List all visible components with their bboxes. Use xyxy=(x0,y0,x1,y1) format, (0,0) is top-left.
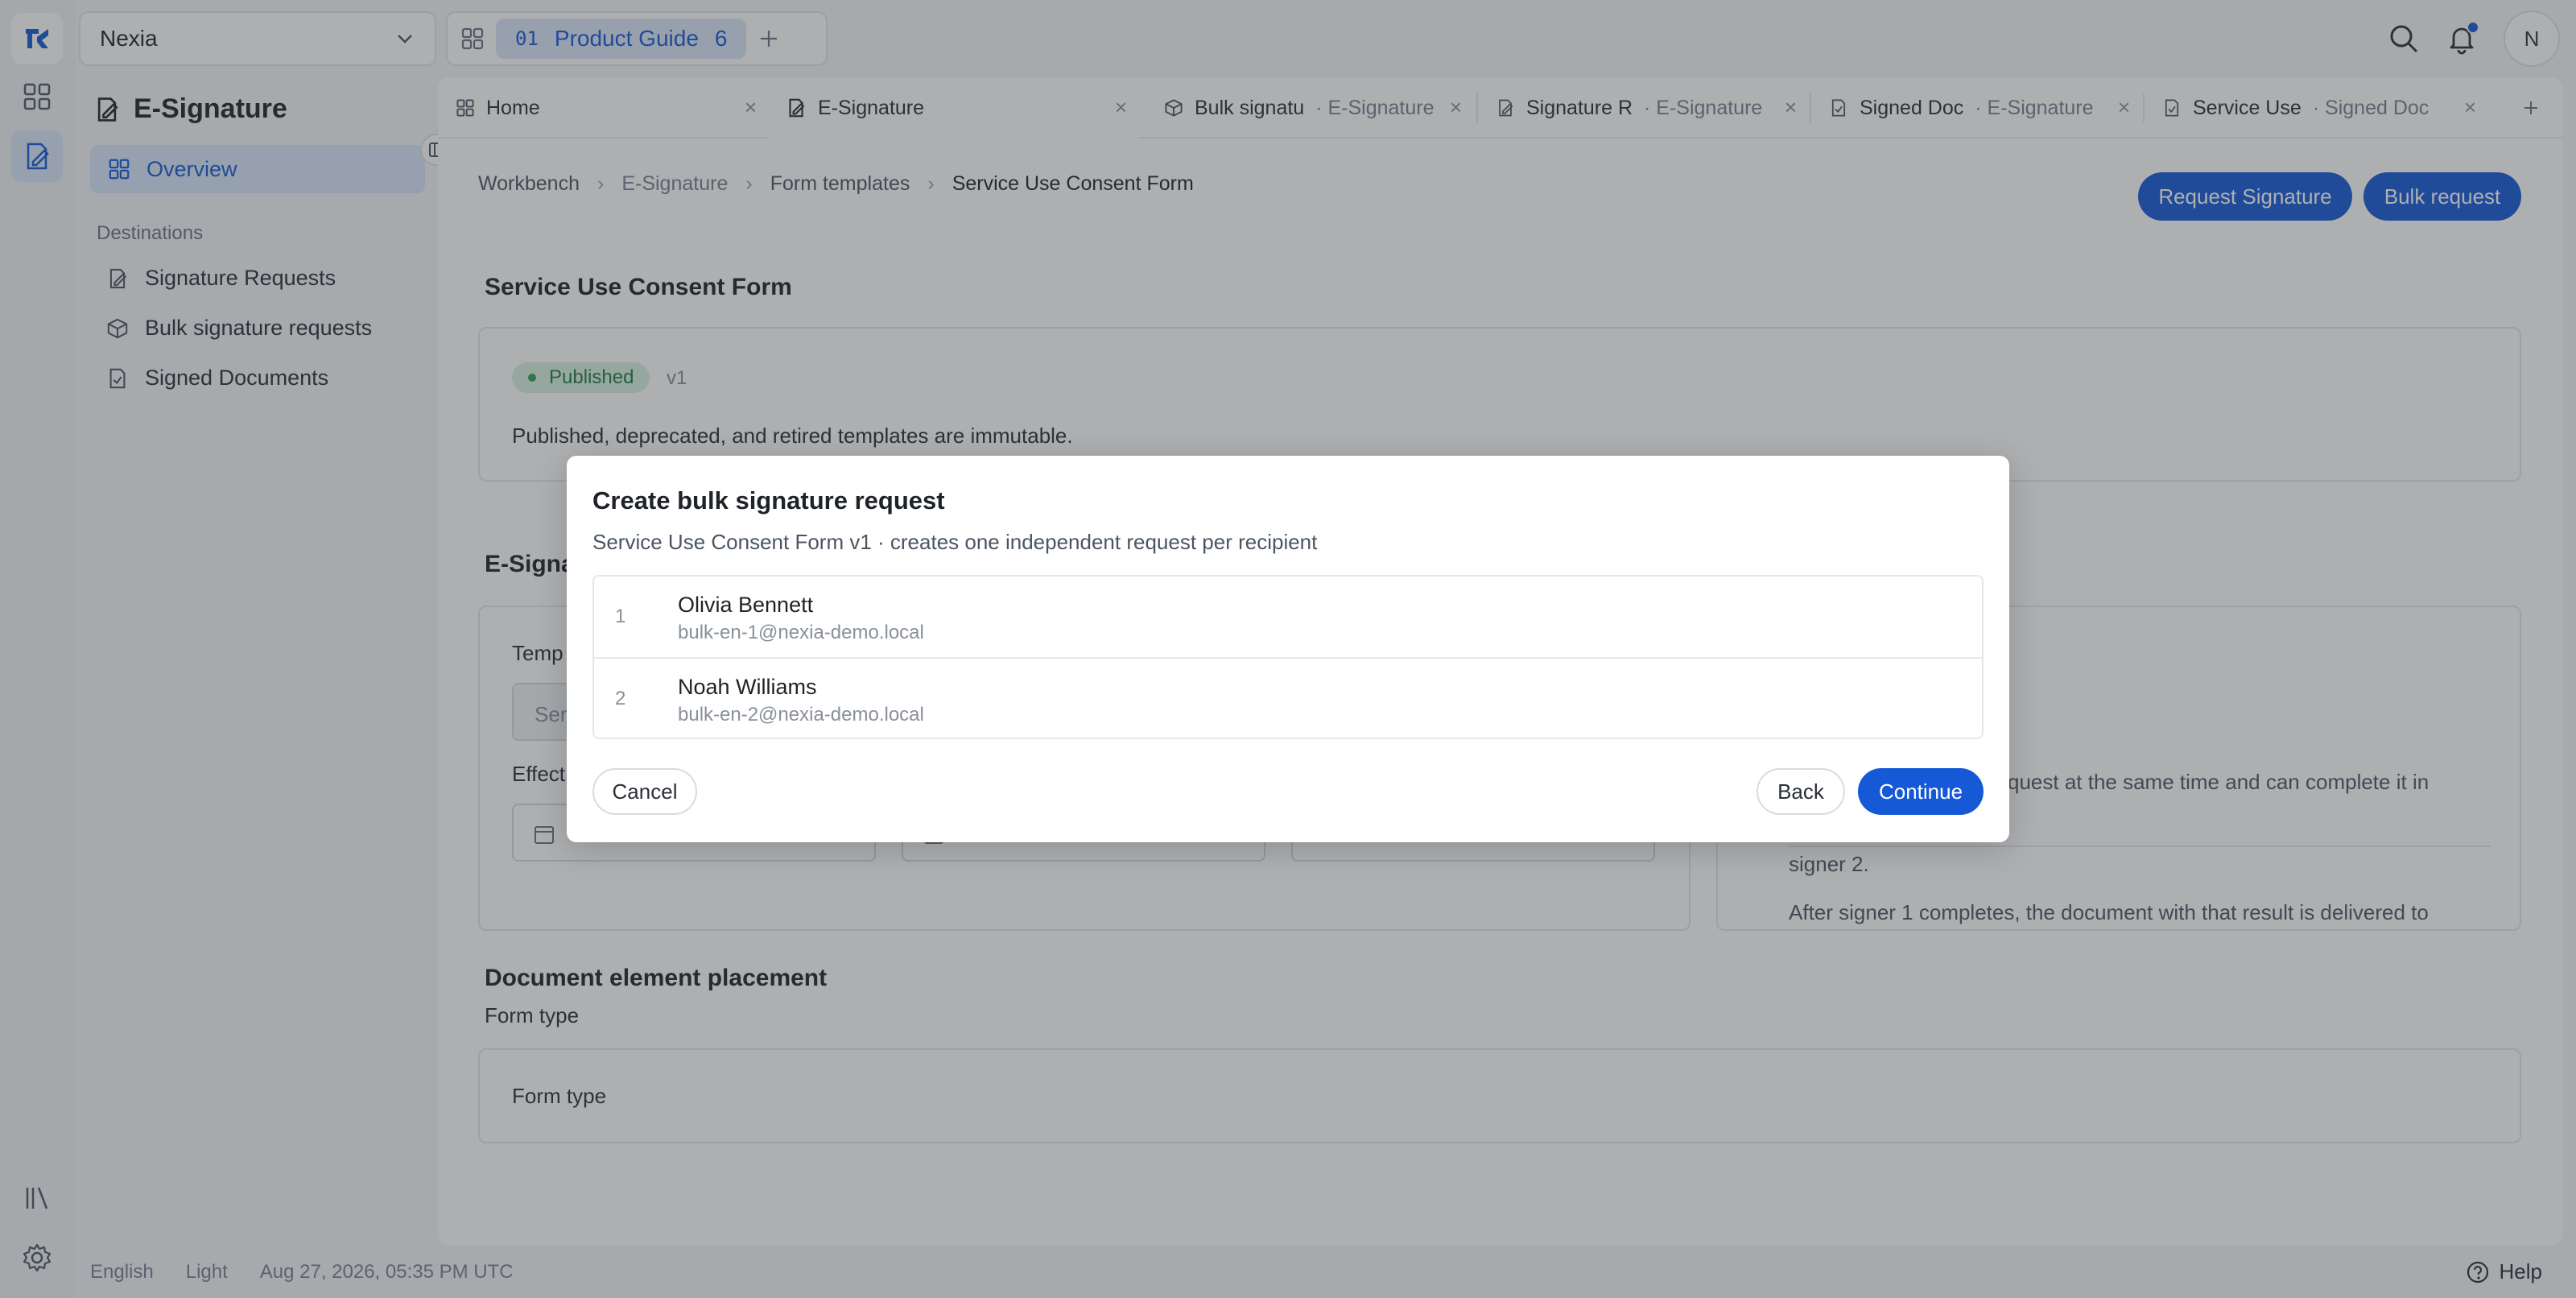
cancel-button[interactable]: Cancel xyxy=(592,768,697,815)
continue-button[interactable]: Continue xyxy=(1858,768,1984,815)
recipient-email: bulk-en-2@nexia-demo.local xyxy=(678,704,924,725)
modal-title: Create bulk signature request xyxy=(592,486,945,515)
recipient-list: 1 Olivia Bennett bulk-en-1@nexia-demo.lo… xyxy=(592,575,1984,739)
list-item: 1 Olivia Bennett bulk-en-1@nexia-demo.lo… xyxy=(594,577,1982,659)
list-item: 2 Noah Williams bulk-en-2@nexia-demo.loc… xyxy=(594,657,1982,739)
recipient-index: 1 xyxy=(615,606,626,627)
bulk-request-modal: Create bulk signature request Service Us… xyxy=(567,456,2009,842)
back-button[interactable]: Back xyxy=(1757,768,1845,815)
recipient-email: bulk-en-1@nexia-demo.local xyxy=(678,622,924,643)
modal-subtitle: Service Use Consent Form v1 · creates on… xyxy=(592,530,1318,554)
recipient-name: Noah Williams xyxy=(678,675,817,699)
recipient-name: Olivia Bennett xyxy=(678,593,814,617)
recipient-index: 2 xyxy=(615,688,626,709)
